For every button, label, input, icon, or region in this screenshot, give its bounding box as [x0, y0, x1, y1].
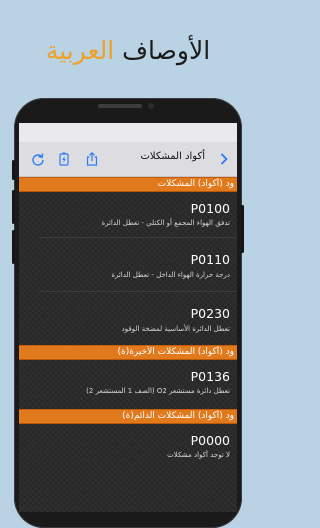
trouble-code-description: تدفق الهواء المجمع أو الكتلي - تعطل الدا…	[101, 219, 230, 227]
trouble-code-description: تعطل الدائرة الأساسية لمضخة الوقود	[121, 325, 230, 333]
trouble-code: P0230	[190, 306, 230, 321]
section-header-pending-codes: ود (أكواد) المشكلات الأخيرة(ة)	[19, 345, 237, 360]
navigation-toolbar: أكواد المشكلات	[19, 142, 237, 177]
app-screen: أكواد المشكلات ود (أكواد) المشكلات P0100…	[19, 123, 237, 512]
trouble-code-description: لا توجد أكواد مشكلات	[167, 451, 230, 459]
trouble-code-row[interactable]: P0136 تعطل دائرة مستشعر O2 (الصف 1 المست…	[19, 360, 237, 409]
phone-side-button	[12, 160, 15, 180]
trouble-code-row[interactable]: P0230 تعطل الدائرة الأساسية لمضخة الوقود	[19, 292, 237, 345]
share-icon[interactable]	[85, 152, 99, 166]
trouble-code-row[interactable]: P0100 تدفق الهواء المجمع أو الكتلي - تعط…	[19, 192, 237, 237]
section-header-current-codes: ود (أكواد) المشكلات	[19, 177, 237, 192]
promo-banner-title: الأوصاف العربية	[0, 36, 256, 66]
phone-power-button	[241, 205, 244, 253]
phone-speaker	[98, 104, 142, 108]
trouble-code-row[interactable]: P0000 لا توجد أكواد مشكلات	[19, 424, 237, 474]
phone-side-button	[12, 190, 15, 224]
trouble-code: P0100	[190, 201, 230, 216]
screen-title: أكواد المشكلات	[140, 151, 205, 162]
phone-camera	[148, 103, 154, 109]
trouble-code: P0000	[190, 433, 230, 448]
refresh-icon[interactable]	[31, 152, 45, 166]
banner-word-orange: العربية	[45, 36, 115, 65]
back-chevron-icon[interactable]	[217, 152, 231, 166]
trouble-code: P0110	[190, 252, 230, 267]
trouble-code-description: تعطل دائرة مستشعر O2 (الصف 1 المستشعر 2)	[86, 387, 230, 395]
status-bar	[19, 123, 237, 142]
trouble-code-description: درجة حرارة الهواء الداخل - تعطل الدائرة	[111, 271, 230, 279]
phone-side-button	[12, 230, 15, 264]
trouble-code: P0136	[190, 369, 230, 384]
battery-charging-icon[interactable]	[57, 152, 71, 166]
banner-word-dark: الأوصاف	[122, 36, 211, 65]
trouble-code-row[interactable]: P0110 درجة حرارة الهواء الداخل - تعطل ال…	[19, 238, 237, 291]
section-header-permanent-codes: ود (أكواد) المشكلات الدائم(ة)	[19, 409, 237, 424]
